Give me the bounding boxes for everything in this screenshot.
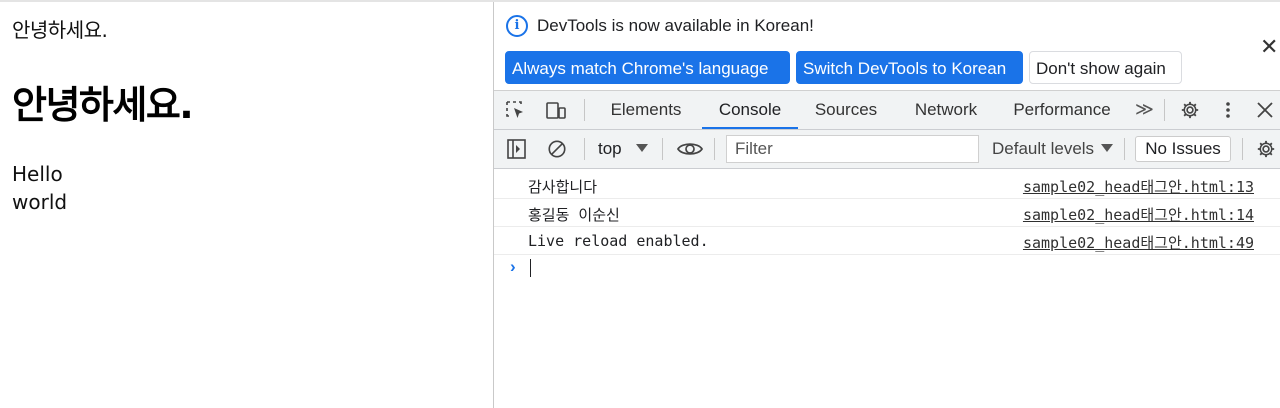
console-toolbar: top Default levels No Issues [494,130,1280,169]
tab-network[interactable]: Network [904,91,988,129]
console-input-caret[interactable] [530,259,531,277]
devtools-tabbar: Elements Console Sources Network Perform… [494,91,1280,130]
inspect-icon[interactable] [505,100,527,120]
chevron-down-icon[interactable] [636,144,648,152]
match-language-button[interactable]: Always match Chrome's language [505,51,790,84]
tab-performance[interactable]: Performance [1006,91,1118,129]
issues-button[interactable]: No Issues [1135,136,1231,162]
console-settings-icon[interactable] [1255,139,1277,159]
devtools-panel: i DevTools is now available in Korean! ✕… [494,2,1280,408]
page-line-hello: Hello [12,162,63,186]
eye-icon[interactable] [676,139,704,159]
log-message: Live reload enabled. [528,232,709,250]
page-heading: 안녕하세요. [12,83,194,127]
console-log-row: Live reload enabled. sample02_head태그안.ht… [494,227,1280,255]
switch-to-korean-button[interactable]: Switch DevTools to Korean [796,51,1023,84]
infobar-message: DevTools is now available in Korean! [537,16,814,35]
page-viewport: 안녕하세요. 안녕하세요. Hello world [0,2,493,408]
chevron-down-icon[interactable] [1101,144,1113,152]
toolbar-separator [584,138,585,160]
gear-icon[interactable] [1179,100,1201,120]
console-prompt-icon: › [510,257,516,276]
close-icon[interactable]: ✕ [1260,36,1278,58]
log-source-link[interactable]: sample02_head태그안.html:49 [1023,232,1254,253]
console-log-row: 감사합니다 sample02_head태그안.html:13 [494,171,1280,199]
toolbar-separator [662,138,663,160]
more-tabs-icon[interactable]: ≫ [1135,99,1154,120]
tab-elements[interactable]: Elements [600,91,692,129]
page-line-world: world [12,190,68,214]
console-output[interactable]: 감사합니다 sample02_head태그안.html:13 홍길동 이순신 s… [494,169,1280,408]
context-selector[interactable]: top [598,130,622,168]
filter-input[interactable] [726,135,979,163]
tab-console[interactable]: Console [702,91,798,129]
tab-sources[interactable]: Sources [806,91,886,129]
tabbar-separator [1164,99,1165,121]
dont-show-again-button[interactable]: Don't show again [1029,51,1182,84]
toolbar-separator [1242,138,1243,160]
sidebar-toggle-icon[interactable] [506,139,528,159]
log-source-link[interactable]: sample02_head태그안.html:13 [1023,176,1254,197]
kebab-menu-icon[interactable] [1221,100,1235,120]
tabbar-separator [584,99,585,121]
log-message: 감사합니다 [528,178,598,196]
clear-console-icon[interactable] [546,139,568,159]
toolbar-separator [714,138,715,160]
console-log-row: 홍길동 이순신 sample02_head태그안.html:14 [494,199,1280,227]
toolbar-separator [1124,138,1125,160]
default-levels-dropdown[interactable]: Default levels [992,130,1094,168]
language-infobar: i DevTools is now available in Korean! ✕… [494,2,1280,91]
device-toggle-icon[interactable] [545,100,567,120]
info-icon: i [506,15,528,37]
page-greeting-text: 안녕하세요. [12,18,108,42]
close-devtools-icon[interactable] [1256,100,1274,120]
log-message: 홍길동 이순신 [528,206,620,224]
log-source-link[interactable]: sample02_head태그안.html:14 [1023,204,1254,225]
